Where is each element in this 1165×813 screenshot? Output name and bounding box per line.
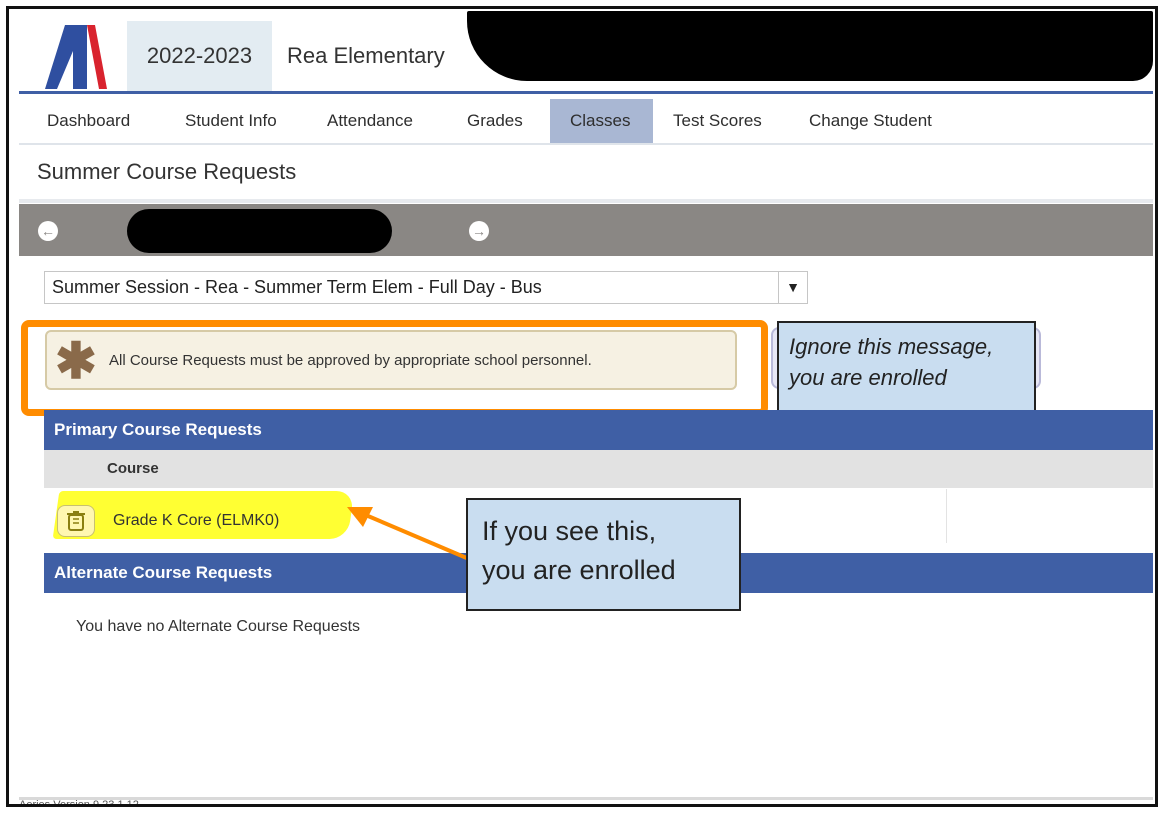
redaction-bar [467,11,1153,81]
callout-top-line-1: Ignore this message, [789,334,994,359]
session-select-value: Summer Session - Rea - Summer Term Elem … [52,277,542,297]
callout-bottom-line-1: If you see this, [482,516,657,546]
trash-icon[interactable] [57,505,95,537]
annotation-arrow [347,507,470,561]
nav-test-scores[interactable]: Test Scores [653,99,782,143]
nav-dashboard[interactable]: Dashboard [27,99,150,143]
primary-requests-heading: Primary Course Requests [44,410,1153,450]
redacted-student-name [127,209,392,253]
session-select[interactable]: Summer Session - Rea - Summer Term Elem … [44,271,808,304]
callout-top-line-2: you are enrolled [789,365,947,390]
callout-enrolled: If you see this, you are enrolled [466,498,741,611]
primary-column-header: Course [44,450,1153,488]
nav-classes[interactable]: Classes [550,99,653,143]
title-divider [19,199,1153,203]
footer-divider [19,797,1153,800]
callout-ignore-message: Ignore this message, you are enrolled [777,321,1036,420]
callout-bottom-line-2: you are enrolled [482,555,676,585]
page-title: Summer Course Requests [37,159,297,184]
header-divider [19,91,1153,94]
course-name: Grade K Core (ELMK0) [113,512,280,529]
screenshot-frame: 2022-2023 Rea Elementary Dashboard Stude… [6,6,1158,807]
nav-attendance[interactable]: Attendance [307,99,433,143]
main-nav: Dashboard Student Info Attendance Grades… [19,99,1153,145]
course-column-label: Course [107,460,159,477]
school-name[interactable]: Rea Elementary [287,21,445,91]
row-divider [946,489,947,543]
school-year[interactable]: 2022-2023 [127,21,272,91]
arrow-left-circle-icon[interactable]: ← [38,221,58,241]
arrow-right-circle-icon[interactable]: → [469,221,489,241]
orange-highlight-box [21,320,768,416]
aeries-logo[interactable] [37,21,111,91]
alternate-empty-message: You have no Alternate Course Requests [76,618,361,635]
version-text: Aeries Version 9.23.1.12 [19,799,139,807]
nav-student-info[interactable]: Student Info [165,99,297,143]
chevron-down-icon[interactable]: ▼ [778,272,807,303]
nav-change-student[interactable]: Change Student [789,99,952,143]
nav-grades[interactable]: Grades [447,99,543,143]
